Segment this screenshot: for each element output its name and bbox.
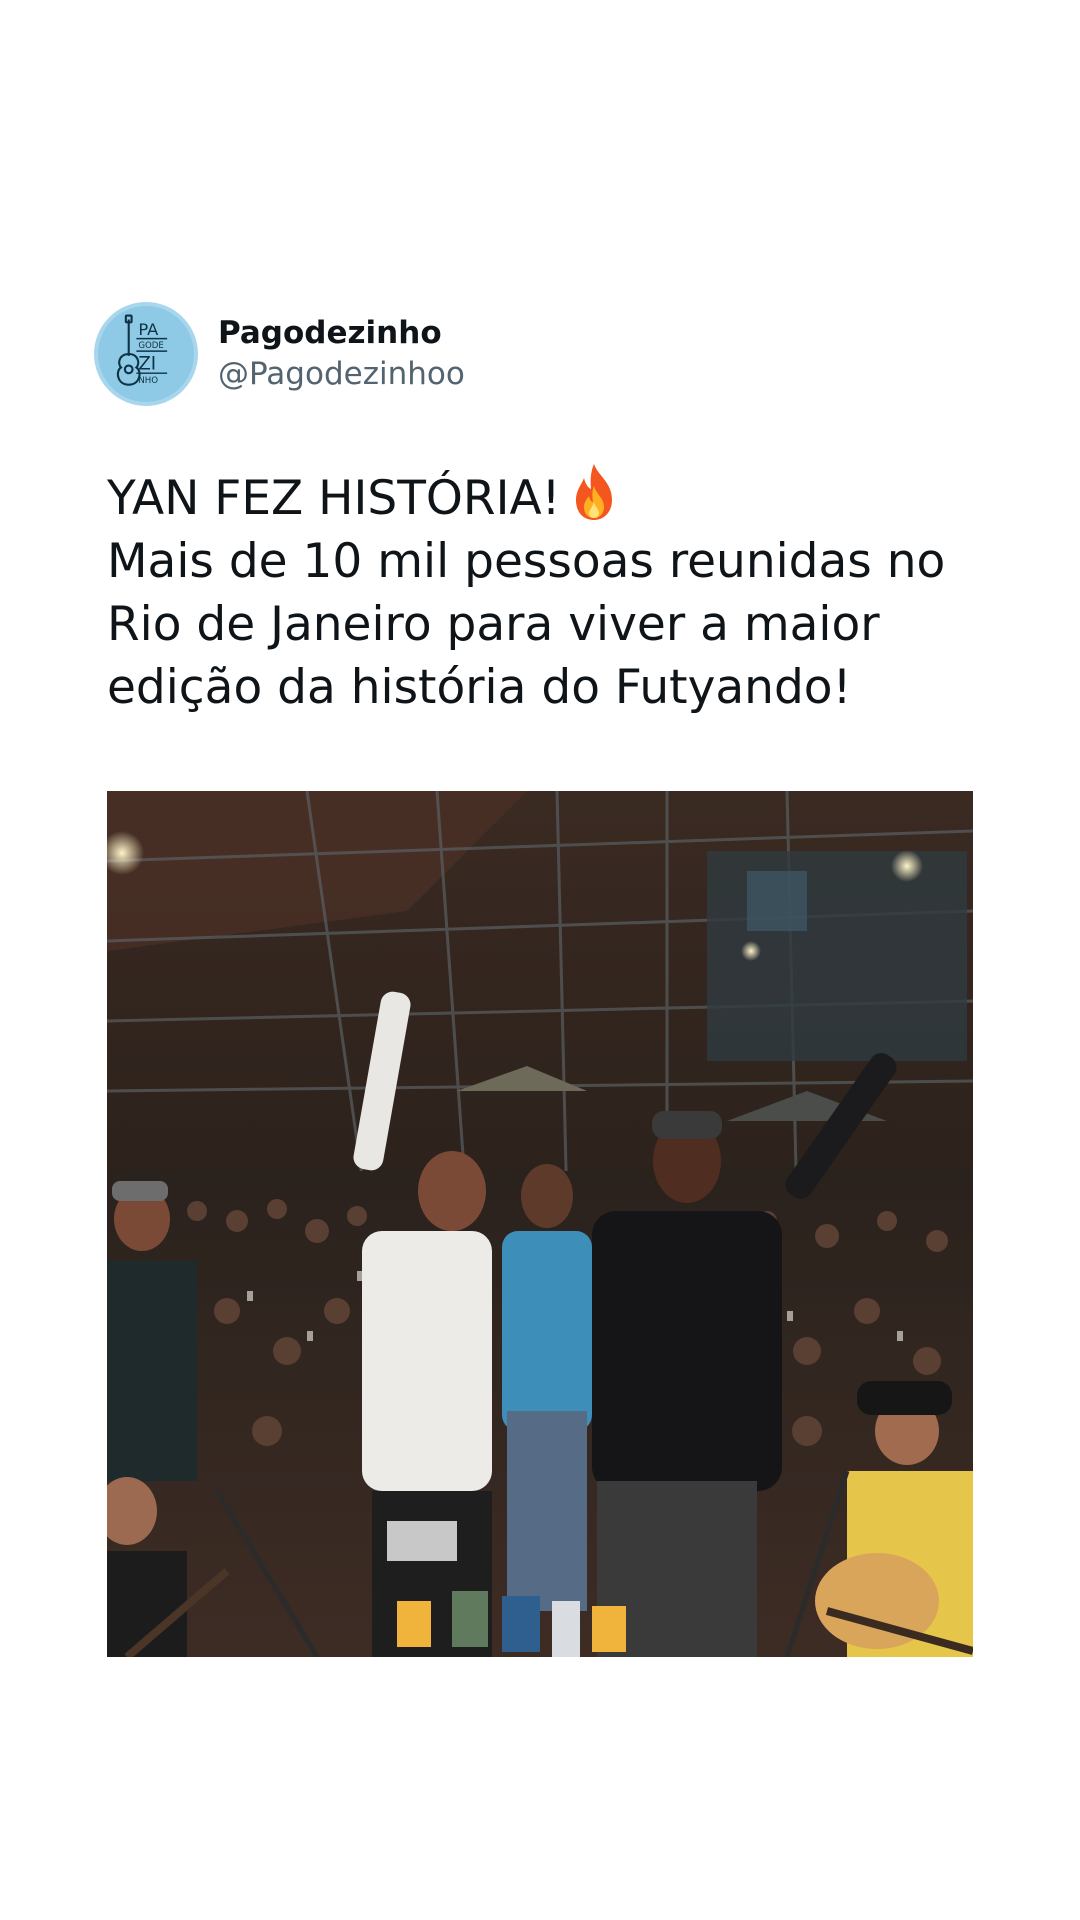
pagodezinho-logo-icon: PA GODE ZI NHO: [100, 308, 192, 400]
author-info: Pagodezinho @Pagodezinhoo: [218, 313, 465, 395]
post-text: YAN FEZ HISTÓRIA! Mais de 10 mil pessoas…: [107, 462, 987, 719]
logo-text-nho: NHO: [138, 376, 158, 386]
post-headline: YAN FEZ HISTÓRIA!: [107, 471, 561, 526]
post-text-line-3: Rio de Janeiro para viver a maior: [107, 597, 880, 652]
logo-text-gode: GODE: [138, 341, 164, 351]
logo-text-zi: ZI: [138, 353, 156, 374]
post-header: PA GODE ZI NHO Pagodezinho @Pagodezinhoo: [94, 302, 465, 406]
post-text-line-1: YAN FEZ HISTÓRIA!: [107, 462, 987, 530]
post-text-line-2: Mais de 10 mil pessoas reunidas no: [107, 534, 946, 589]
author-handle[interactable]: @Pagodezinhoo: [218, 353, 465, 395]
post-text-line-4: edição da história do Futyando!: [107, 660, 852, 715]
post-photo[interactable]: [107, 791, 973, 1657]
logo-text-pa: PA: [138, 320, 159, 339]
author-display-name[interactable]: Pagodezinho: [218, 313, 465, 353]
author-avatar[interactable]: PA GODE ZI NHO: [94, 302, 198, 406]
fire-icon: [576, 464, 613, 520]
concert-photo-image: [107, 791, 973, 1657]
